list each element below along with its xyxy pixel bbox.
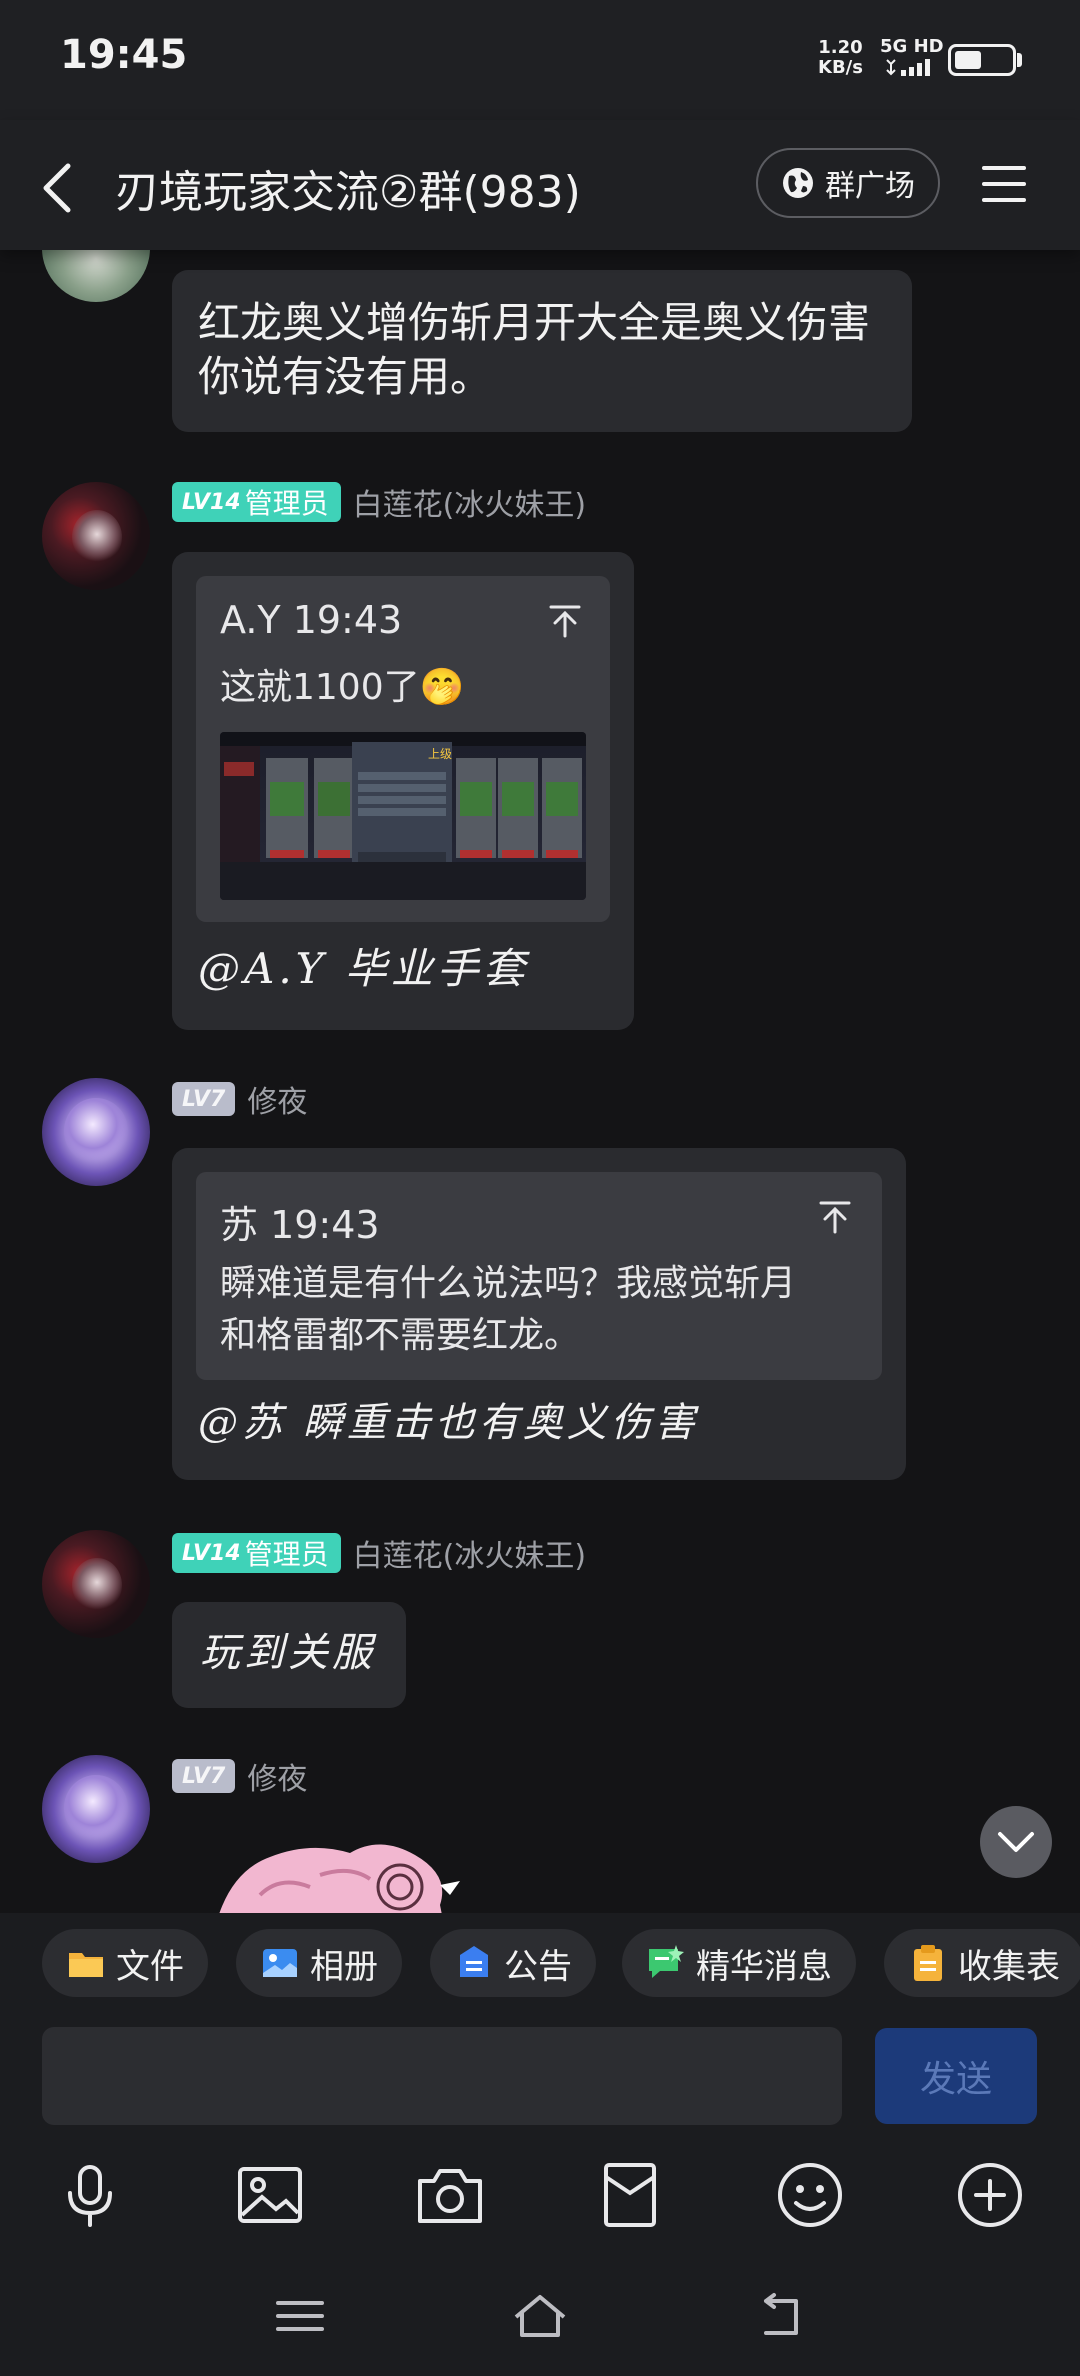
back-arrow-icon[interactable] (36, 158, 80, 218)
signal-icon (886, 59, 930, 76)
message-text: @A.Y 毕业手套 (198, 944, 529, 993)
add-more-icon[interactable] (954, 2159, 1026, 2231)
message-bubble[interactable]: 苏 19:43 瞬难道是有什么说法吗？我感觉斩月 和格雷都不需要红龙。 @苏 瞬… (172, 1148, 906, 1480)
clipboard-icon (914, 1945, 942, 1981)
shortcut-announcement[interactable]: 公告 (430, 1929, 596, 1997)
quoted-message[interactable]: A.Y 19:43 这就1100了🤭 上级 (196, 576, 610, 922)
back-nav-icon[interactable] (752, 2291, 808, 2341)
folder-icon (69, 1953, 103, 1977)
message-text: @苏 瞬重击也有奥义伤害 (198, 1400, 699, 1446)
network-speed-value: 1.20 (818, 37, 863, 58)
scroll-to-bottom-button[interactable] (980, 1806, 1052, 1878)
status-bar: 19:45 1.20 KB/s 5G HD (0, 0, 1080, 120)
game-screenshot-tag: 上级 (428, 747, 452, 761)
shortcut-label: 收集表 (958, 1946, 1060, 1987)
avatar[interactable] (42, 250, 150, 302)
message-bubble[interactable]: 红龙奥义增伤斩月开大全是奥义伤害你说有没有用。 (172, 270, 912, 432)
jump-to-quote-icon[interactable] (548, 604, 582, 638)
quote-text: 瞬难道是有什么说法吗？我感觉斩月 和格雷都不需要红龙。 (220, 1258, 796, 1362)
game-screenshot-image[interactable]: 上级 (220, 732, 586, 900)
shortcut-label: 公告 (504, 1946, 572, 1987)
group-plaza-label: 群广场 (825, 169, 915, 204)
globe-icon (783, 168, 813, 198)
announcement-icon (460, 1946, 488, 1977)
send-button[interactable]: 发送 (875, 2028, 1037, 2124)
sender-name[interactable]: 白莲花(冰火妹王) (353, 480, 586, 524)
message-input[interactable] (42, 2027, 842, 2125)
game-screenshot-art: 上级 (220, 732, 586, 900)
message-sender-row: LV7 修夜 (172, 1078, 307, 1120)
sender-name[interactable]: 白莲花(冰火妹王) (353, 1531, 586, 1575)
shortcut-album[interactable]: 相册 (236, 1929, 402, 1997)
jump-to-quote-icon[interactable] (818, 1200, 852, 1234)
message-sender-row: LV14 管理员 白莲花(冰火妹王) (172, 481, 586, 523)
red-packet-icon[interactable] (594, 2159, 666, 2231)
level-badge: LV7 (172, 1759, 236, 1793)
highlight-message-icon (649, 1945, 684, 1978)
group-plaza-button[interactable]: 群广场 (756, 148, 940, 218)
camera-icon[interactable] (414, 2159, 486, 2231)
system-nav-bar (0, 2261, 1080, 2376)
admin-badge: 管理员 (238, 1533, 341, 1573)
image-icon[interactable] (234, 2159, 306, 2231)
sender-name[interactable]: 修夜 (247, 1077, 307, 1121)
quote-author: A.Y 19:43 (220, 598, 403, 642)
level-badge-group: LV14 管理员 (172, 482, 341, 522)
status-time: 19:45 (60, 32, 188, 78)
level-badge-group: LV14 管理员 (172, 1533, 341, 1573)
chevron-down-icon (998, 1832, 1034, 1852)
recent-apps-icon[interactable] (272, 2291, 328, 2341)
album-icon (263, 1949, 297, 1977)
chat-header: 刃境玩家交流②群(983) 群广场 (0, 120, 1080, 250)
avatar[interactable] (42, 482, 150, 590)
avatar[interactable] (42, 1530, 150, 1638)
shortcut-label: 精华消息 (696, 1946, 832, 1987)
sender-name[interactable]: 修夜 (247, 1754, 307, 1798)
quote-author: 苏 19:43 (220, 1203, 380, 1247)
group-title: 刃境玩家交流②群(983) (115, 167, 581, 218)
shortcut-label: 文件 (116, 1946, 184, 1987)
battery-icon (948, 44, 1016, 76)
menu-icon[interactable] (980, 162, 1028, 206)
quote-text-line: 瞬难道是有什么说法吗？我感觉斩月 (220, 1263, 797, 1304)
shortcut-files[interactable]: 文件 (42, 1929, 208, 1997)
admin-badge: 管理员 (238, 482, 341, 522)
avatar[interactable] (42, 1755, 150, 1863)
shortcut-collection-form[interactable]: 收集表 (884, 1929, 1080, 1997)
battery-tip (1017, 53, 1022, 67)
shortcut-label: 相册 (310, 1946, 378, 1987)
avatar[interactable] (42, 1078, 150, 1186)
message-sender-row: LV7 修夜 (172, 1755, 307, 1797)
composer: 发送 (0, 2021, 1080, 2131)
message-text: 红龙奥义增伤斩月开大全是奥义伤害你说有没有用。 (198, 298, 871, 401)
chat-messages[interactable]: 红龙奥义增伤斩月开大全是奥义伤害你说有没有用。 LV14 管理员 白莲花(冰火妹… (0, 250, 1080, 1913)
quote-text: 这就1100了🤭 (220, 667, 465, 708)
level-badge: LV7 (172, 1082, 236, 1116)
composer-toolbar (0, 2131, 1080, 2261)
emoji-icon[interactable] (774, 2159, 846, 2231)
quoted-message[interactable]: 苏 19:43 瞬难道是有什么说法吗？我感觉斩月 和格雷都不需要红龙。 (196, 1172, 882, 1380)
shortcut-highlights[interactable]: 精华消息 (622, 1929, 856, 1997)
network-speed-unit: KB/s (818, 57, 863, 78)
message-bubble[interactable]: A.Y 19:43 这就1100了🤭 上级 @A.Y 毕业手套 (172, 552, 634, 1030)
network-speed: 1.20 KB/s (818, 38, 863, 78)
message-sender-row: LV14 管理员 白莲花(冰火妹王) (172, 1532, 586, 1574)
shortcut-bar[interactable]: 文件 相册 公告 精华消息 收集表 (0, 1913, 1080, 2021)
microphone-icon[interactable] (54, 2159, 126, 2231)
home-icon[interactable] (512, 2291, 568, 2341)
message-bubble[interactable]: 玩到关服 (172, 1602, 406, 1708)
message-text: 玩到关服 (200, 1630, 376, 1676)
network-type: 5G HD (880, 36, 944, 57)
quote-text-line: 和格雷都不需要红龙。 (220, 1315, 581, 1356)
sticker-image[interactable] (200, 1835, 470, 1913)
